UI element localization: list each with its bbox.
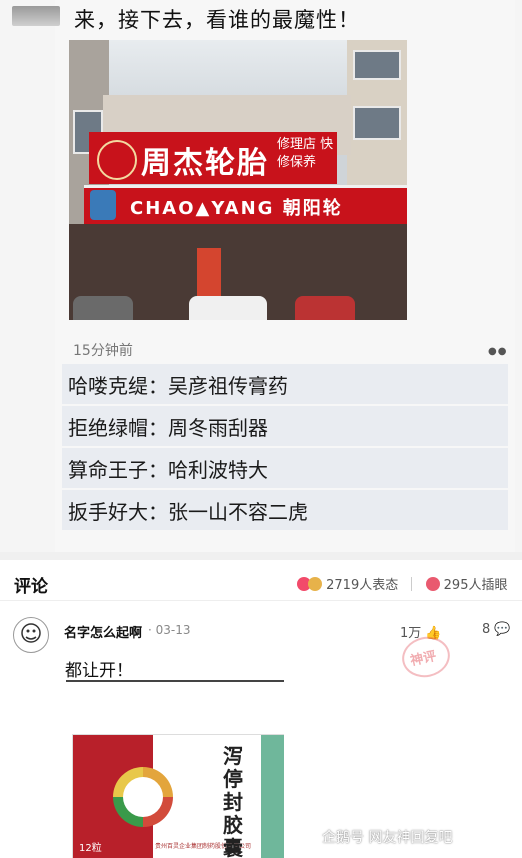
stamp-text: 神评 bbox=[409, 649, 438, 670]
emoji-reaction-icon bbox=[308, 577, 322, 591]
dots-icon[interactable]: ●● bbox=[488, 346, 507, 357]
brand-banner-text: CHAO▲YANG 朝阳轮 bbox=[130, 198, 343, 219]
comment-date: · 03-13 bbox=[148, 623, 191, 637]
car bbox=[73, 296, 133, 320]
car bbox=[295, 296, 355, 320]
reaction-summary[interactable]: 2719人表态 295人插眼 bbox=[297, 574, 507, 593]
reply-line: 扳手好大：张一山不容二虎 bbox=[62, 490, 508, 530]
comment-image[interactable]: 12粒 贵州百灵企业集团制药股份有限公司 泻停封胶囊 bbox=[66, 680, 284, 858]
tire-icon bbox=[90, 190, 116, 220]
plug-count: 295人插眼 bbox=[443, 578, 508, 593]
comment-text: 都让开！ bbox=[65, 661, 133, 681]
pill-count: 12粒 bbox=[79, 843, 102, 854]
reaction-count: 2719人表态 bbox=[326, 578, 399, 593]
reply-button[interactable]: 8 💬 bbox=[482, 622, 511, 637]
shop-name: 周杰轮胎 bbox=[141, 146, 269, 181]
divider bbox=[411, 577, 413, 591]
reply-line-text: 拒绝绿帽：周冬雨刮器 bbox=[68, 416, 268, 440]
reply-line: 拒绝绿帽：周冬雨刮器 bbox=[62, 406, 508, 446]
reply-line: 算命王子：哈利波特大 bbox=[62, 448, 508, 488]
brand-banner: CHAO▲YANG 朝阳轮 bbox=[84, 185, 407, 224]
reply-line-text: 扳手好大：张一山不容二虎 bbox=[68, 500, 308, 524]
post-avatar[interactable] bbox=[12, 6, 60, 26]
post-title: 来，接下去，看谁的最魔性！ bbox=[74, 8, 360, 32]
comment-icon: 💬 bbox=[494, 622, 511, 637]
shop-sign: 周杰轮胎 修理店 快修保养 bbox=[89, 132, 337, 184]
shop-door bbox=[197, 248, 221, 300]
reply-line-text: 算命王子：哈利波特大 bbox=[68, 458, 268, 482]
medicine-box: 12粒 贵州百灵企业集团制药股份有限公司 泻停封胶囊 bbox=[72, 734, 284, 858]
reply-line: 哈喽克缇：吴彦祖传膏药 bbox=[62, 364, 508, 404]
shop-sub: 修理店 快修保养 bbox=[277, 137, 334, 170]
dial-center bbox=[123, 777, 163, 817]
comment-username[interactable]: 名字怎么起啊 bbox=[64, 622, 142, 641]
reply-line-text: 哈喽克缇：吴彦祖传膏药 bbox=[68, 374, 288, 398]
comments-heading: 评论 bbox=[14, 577, 48, 597]
header-divider bbox=[0, 600, 522, 601]
post-time: 15分钟前 bbox=[73, 343, 133, 359]
eye-icon bbox=[425, 577, 440, 591]
product-name: 泻停封胶囊 bbox=[223, 744, 243, 858]
post-photo[interactable]: 周杰轮胎 修理店 快修保养 CHAO▲YANG 朝阳轮 bbox=[69, 40, 407, 320]
shop-logo-icon bbox=[97, 140, 137, 180]
car bbox=[189, 296, 267, 320]
section-divider bbox=[0, 552, 522, 560]
reply-count: 8 bbox=[482, 622, 491, 637]
watermark: 企鹅号 网友神回复吧 bbox=[322, 830, 453, 846]
box-green-stripe bbox=[261, 735, 284, 858]
avatar[interactable] bbox=[13, 617, 49, 653]
